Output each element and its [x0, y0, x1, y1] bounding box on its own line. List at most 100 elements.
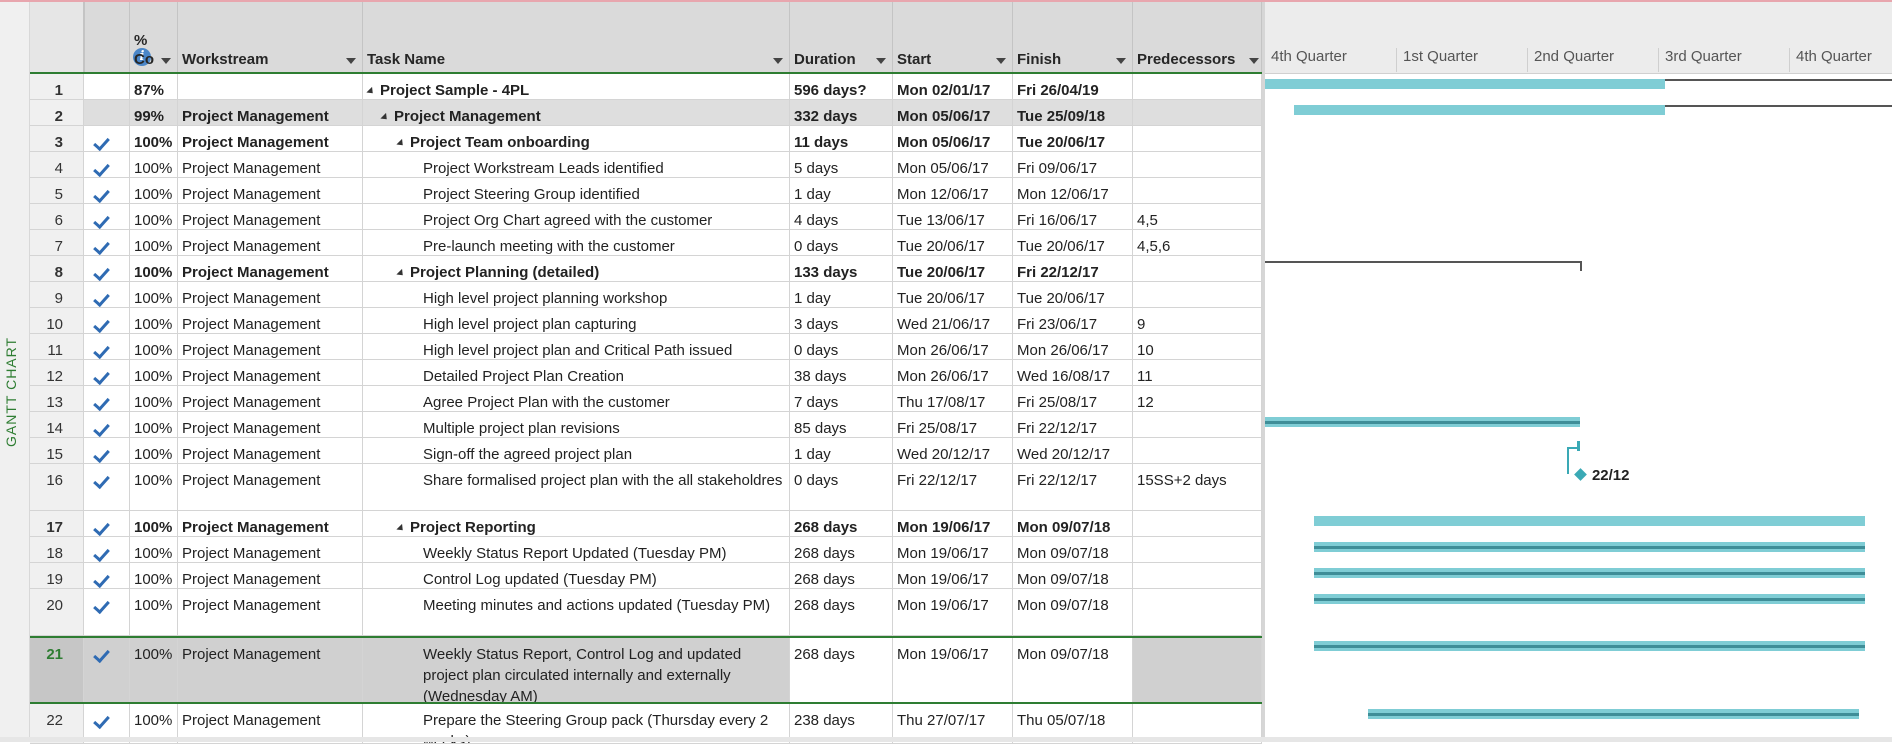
finish-cell[interactable]: Fri 25/08/17 [1013, 386, 1133, 411]
start-cell[interactable]: Mon 19/06/17 [893, 537, 1013, 562]
start-cell[interactable]: Mon 02/01/17 [893, 74, 1013, 99]
start-cell[interactable]: Mon 26/06/17 [893, 360, 1013, 385]
workstream-cell[interactable]: Project Management [178, 464, 363, 510]
finish-cell[interactable]: Fri 26/04/19 [1013, 74, 1133, 99]
indicator-cell[interactable] [84, 438, 130, 463]
percent-complete-cell[interactable]: 100% [130, 308, 178, 333]
row-id-cell[interactable]: 15 [30, 438, 84, 463]
dropdown-arrow-icon[interactable] [1116, 58, 1126, 64]
task-bar[interactable] [1265, 417, 1580, 427]
start-cell[interactable]: Mon 05/06/17 [893, 152, 1013, 177]
percent-complete-cell[interactable]: 100% [130, 563, 178, 588]
task-name-cell[interactable]: Weekly Status Report, Control Log and up… [363, 638, 790, 702]
percent-complete-cell[interactable]: 100% [130, 126, 178, 151]
predecessors-header[interactable]: Predecessors [1133, 2, 1262, 72]
row-id-cell[interactable]: 4 [30, 152, 84, 177]
indicator-cell[interactable] [84, 100, 130, 125]
indicator-cell[interactable] [84, 178, 130, 203]
progress-bar[interactable] [1265, 79, 1665, 89]
percent-complete-cell[interactable]: 100% [130, 412, 178, 437]
duration-header[interactable]: Duration [790, 2, 893, 72]
duration-cell[interactable]: 332 days [790, 100, 893, 125]
indicator-cell[interactable] [84, 126, 130, 151]
finish-cell[interactable]: Tue 20/06/17 [1013, 126, 1133, 151]
row-id-cell[interactable]: 19 [30, 563, 84, 588]
workstream-cell[interactable]: Project Management [178, 511, 363, 536]
workstream-cell[interactable]: Project Management [178, 563, 363, 588]
start-cell[interactable]: Mon 12/06/17 [893, 178, 1013, 203]
summary-bar-line[interactable] [1665, 79, 1892, 81]
table-row[interactable]: 2 99% Project Management Project Management… [30, 100, 1262, 126]
workstream-cell[interactable]: Project Management [178, 438, 363, 463]
start-cell[interactable]: Mon 19/06/17 [893, 563, 1013, 588]
row-id-cell[interactable]: 14 [30, 412, 84, 437]
start-cell[interactable]: Fri 25/08/17 [893, 412, 1013, 437]
table-row[interactable]: 6 100% Project Management Project Org Chart… [30, 204, 1262, 230]
indicator-cell[interactable] [84, 282, 130, 307]
workstream-cell[interactable]: Project Management [178, 178, 363, 203]
indicator-cell[interactable] [84, 537, 130, 562]
predecessors-cell[interactable] [1133, 589, 1262, 635]
start-cell[interactable]: Tue 20/06/17 [893, 282, 1013, 307]
predecessors-cell[interactable] [1133, 152, 1262, 177]
task-bar[interactable] [1313, 568, 1866, 578]
table-row[interactable]: 11 100% Project Management High level proje… [30, 334, 1262, 360]
start-cell[interactable]: Wed 20/12/17 [893, 438, 1013, 463]
gantt-chart-pane[interactable]: 4th Quarter 1st Quarter 2nd Quarter 3rd … [1262, 2, 1892, 742]
workstream-cell[interactable]: Project Management [178, 589, 363, 635]
row-id-cell[interactable]: 16 [30, 464, 84, 510]
start-cell[interactable]: Wed 21/06/17 [893, 308, 1013, 333]
duration-cell[interactable]: 7 days [790, 386, 893, 411]
row-id-cell[interactable]: 20 [30, 589, 84, 635]
collapse-triangle-icon[interactable] [396, 268, 406, 278]
duration-cell[interactable]: 38 days [790, 360, 893, 385]
start-cell[interactable]: Mon 05/06/17 [893, 100, 1013, 125]
task-name-cell[interactable]: Project Org Chart agreed with the custom… [363, 204, 790, 229]
duration-cell[interactable]: 0 days [790, 464, 893, 510]
table-row[interactable]: 7 100% Project Management Pre-launch meetin… [30, 230, 1262, 256]
row-id-cell[interactable]: 2 [30, 100, 84, 125]
table-row[interactable]: 1 87% Project Sample - 4PL 596 days? Mon 02/… [30, 74, 1262, 100]
start-cell[interactable]: Mon 19/06/17 [893, 511, 1013, 536]
workstream-cell[interactable]: Project Management [178, 256, 363, 281]
task-name-cell[interactable]: Project Sample - 4PL [363, 74, 790, 99]
summary-bar-line[interactable] [1265, 261, 1580, 263]
start-cell[interactable]: Fri 22/12/17 [893, 464, 1013, 510]
predecessors-cell[interactable] [1133, 537, 1262, 562]
task-name-cell[interactable]: Weekly Status Report Updated (Tuesday PM… [363, 537, 790, 562]
table-row[interactable]: 5 100% Project Management Project Steering … [30, 178, 1262, 204]
start-cell[interactable]: Mon 26/06/17 [893, 334, 1013, 359]
finish-cell[interactable]: Mon 09/07/18 [1013, 563, 1133, 588]
indicator-cell[interactable] [84, 464, 130, 510]
predecessors-cell[interactable] [1133, 282, 1262, 307]
percent-complete-cell[interactable]: 100% [130, 537, 178, 562]
percent-complete-cell[interactable]: 100% [130, 152, 178, 177]
duration-cell[interactable]: 4 days [790, 204, 893, 229]
percent-complete-header[interactable]: % Co [130, 2, 178, 72]
finish-cell[interactable]: Fri 16/06/17 [1013, 204, 1133, 229]
table-row[interactable]: 14 100% Project Management Multiple project… [30, 412, 1262, 438]
finish-cell[interactable]: Tue 20/06/17 [1013, 230, 1133, 255]
percent-complete-cell[interactable]: 100% [130, 230, 178, 255]
duration-cell[interactable]: 268 days [790, 563, 893, 588]
task-name-cell[interactable]: Detailed Project Plan Creation [363, 360, 790, 385]
table-row[interactable]: 8 100% Project Management Project Planning … [30, 256, 1262, 282]
dropdown-arrow-icon[interactable] [996, 58, 1006, 64]
duration-cell[interactable]: 1 day [790, 282, 893, 307]
indicator-cell[interactable] [84, 360, 130, 385]
indicator-cell[interactable] [84, 638, 130, 702]
finish-cell[interactable]: Fri 22/12/17 [1013, 464, 1133, 510]
table-row[interactable]: 4 100% Project Management Project Workstrea… [30, 152, 1262, 178]
dropdown-arrow-icon[interactable] [876, 58, 886, 64]
start-cell[interactable]: Mon 05/06/17 [893, 126, 1013, 151]
task-bar[interactable] [1313, 542, 1866, 552]
start-cell[interactable]: Mon 19/06/17 [893, 589, 1013, 635]
workstream-cell[interactable]: Project Management [178, 638, 363, 702]
dropdown-arrow-icon[interactable] [1249, 58, 1259, 64]
indicator-cell[interactable] [84, 412, 130, 437]
finish-cell[interactable]: Tue 25/09/18 [1013, 100, 1133, 125]
table-row[interactable]: 12 100% Project Management Detailed Project… [30, 360, 1262, 386]
task-name-cell[interactable]: Project Workstream Leads identified [363, 152, 790, 177]
table-row[interactable]: 16 100% Project Management Share formalised… [30, 464, 1262, 511]
finish-header[interactable]: Finish [1013, 2, 1133, 72]
